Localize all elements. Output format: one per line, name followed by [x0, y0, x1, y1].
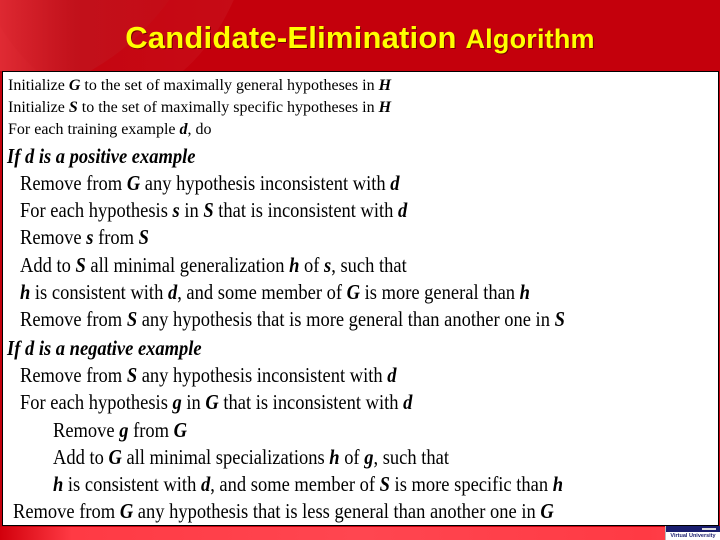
positive-case-heading: If d is a positive example	[7, 144, 196, 168]
slide-header: Candidate-Elimination Algorithm	[0, 0, 720, 71]
init-line-g: Initialize G to the set of maximally gen…	[8, 77, 392, 94]
negative-step-5: h is consistent with d, and some member …	[53, 472, 563, 496]
positive-step-5: h is consistent with d, and some member …	[20, 280, 530, 304]
positive-step-3: Remove s from S	[20, 225, 149, 249]
logo-emblem	[666, 526, 720, 532]
negative-step-4: Add to G all minimal specializations h o…	[53, 445, 449, 469]
init-line-s: Initialize S to the set of maximally spe…	[8, 99, 392, 116]
positive-step-6: Remove from S any hypothesis that is mor…	[20, 307, 565, 331]
positive-step-2: For each hypothesis s in S that is incon…	[20, 198, 408, 222]
slide-title: Candidate-Elimination Algorithm	[0, 20, 720, 56]
negative-step-1: Remove from S any hypothesis inconsisten…	[20, 363, 397, 387]
content-box: Initialize G to the set of maximally gen…	[2, 71, 719, 526]
slide-footer	[0, 527, 720, 540]
positive-step-1: Remove from G any hypothesis inconsisten…	[20, 171, 400, 195]
virtual-university-logo: Virtual University	[665, 526, 720, 540]
title-main: Candidate-Elimination	[125, 20, 457, 55]
logo-text: Virtual University	[670, 533, 716, 539]
positive-step-4: Add to S all minimal generalization h of…	[20, 253, 407, 277]
negative-step-6: Remove from G any hypothesis that is les…	[13, 499, 554, 523]
negative-step-2: For each hypothesis g in G that is incon…	[20, 390, 413, 414]
title-secondary: Algorithm	[465, 24, 595, 54]
negative-step-3: Remove g from G	[53, 418, 188, 442]
negative-case-heading: If d is a negative example	[7, 336, 202, 360]
for-each-example-line: For each training example d, do	[8, 121, 212, 138]
